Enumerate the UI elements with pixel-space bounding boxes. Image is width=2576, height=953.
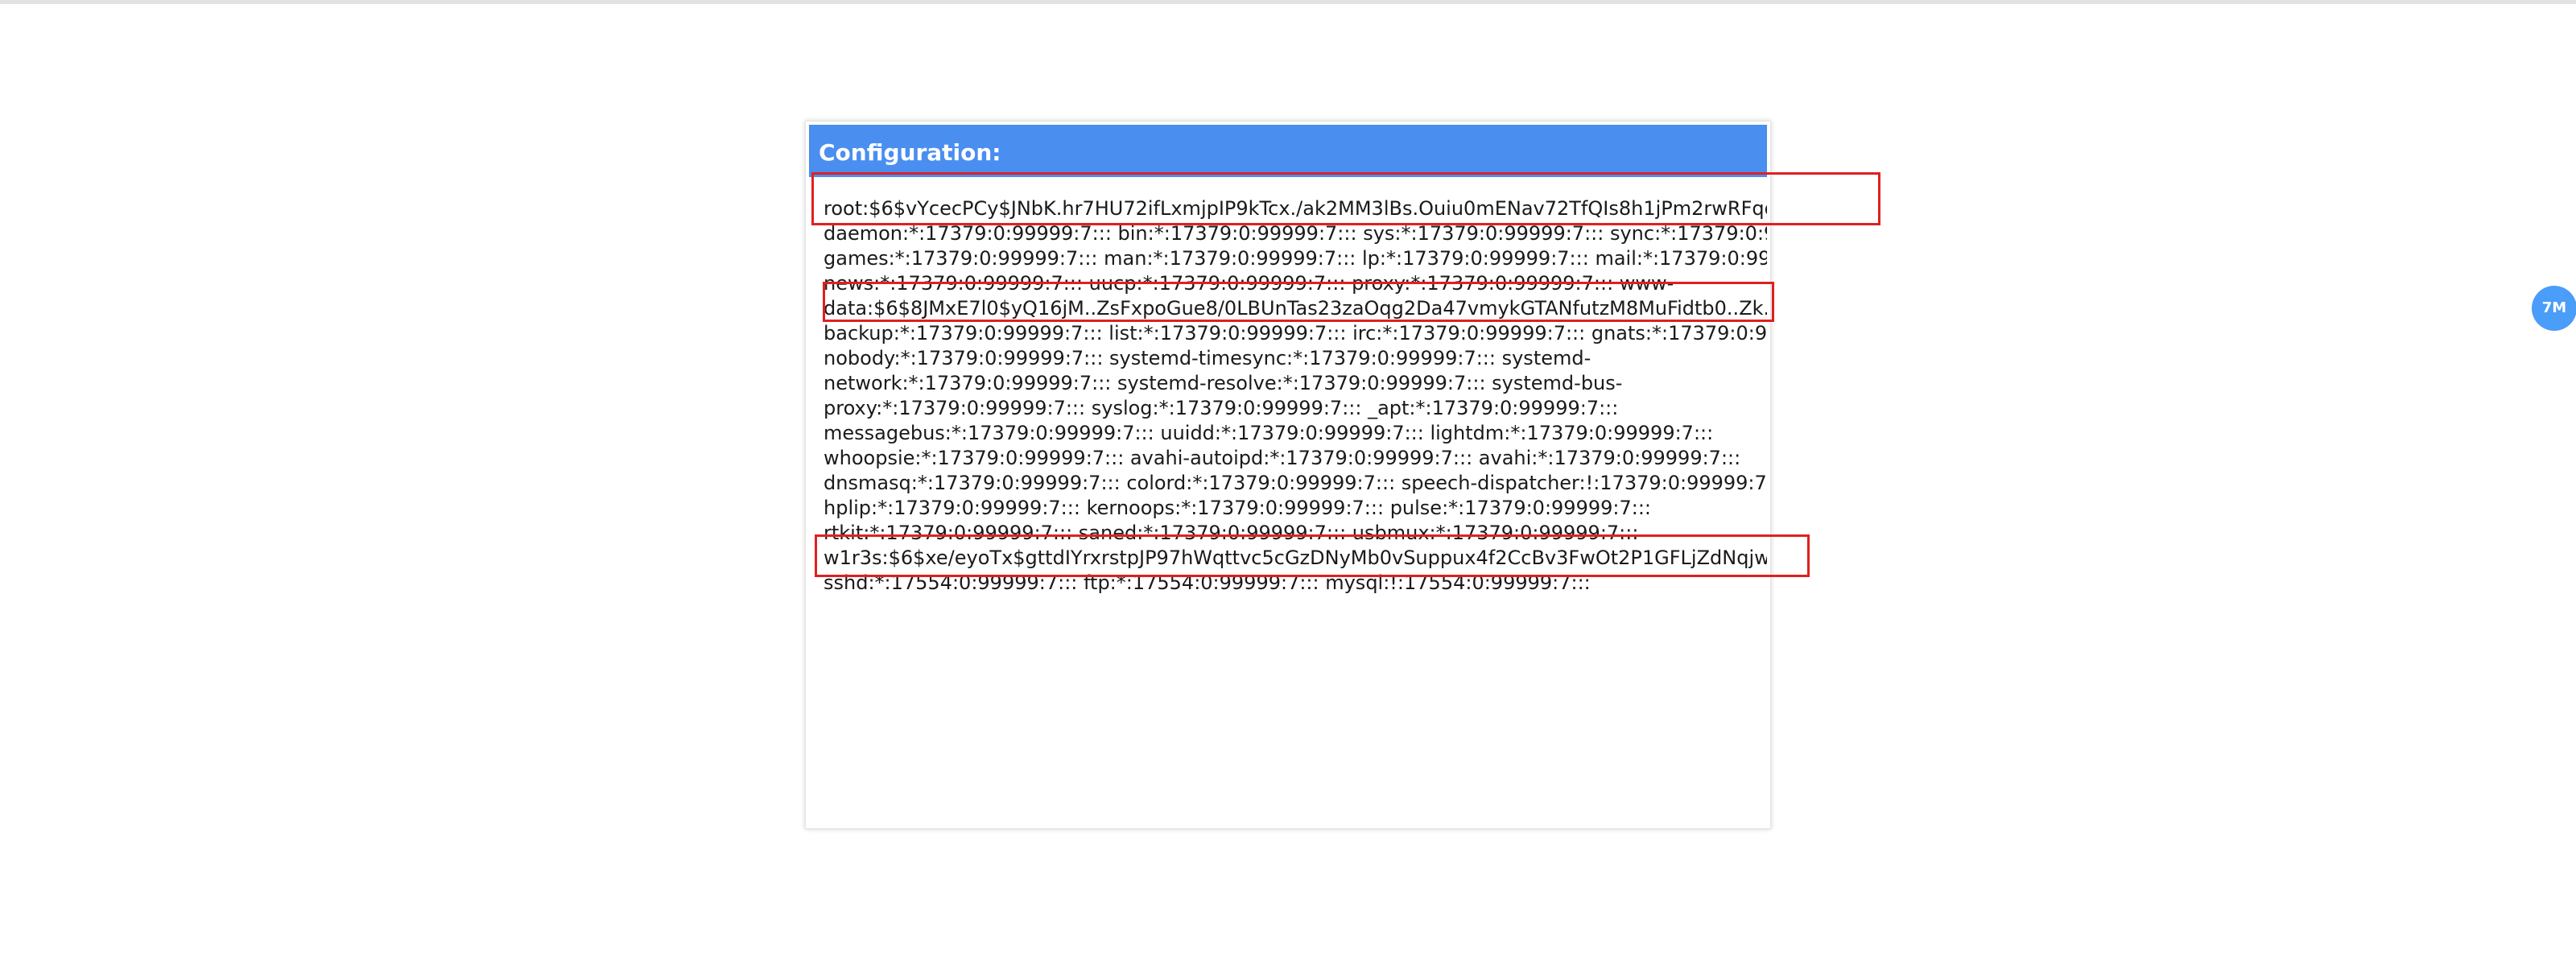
config-line: whoopsie:*:17379:0:99999:7::: avahi-auto… bbox=[824, 447, 1741, 469]
configuration-panel: Configuration: root:$6$vYcecPCy$JNbK.hr7… bbox=[805, 121, 1771, 829]
config-line: sshd:*:17554:0:99999:7::: ftp:*:17554:0:… bbox=[824, 571, 1591, 594]
config-line-w1r3s: w1r3s:$6$xe/eyoTx$gttdIYrxrstpJP97hWqttv… bbox=[824, 547, 1767, 569]
config-line: proxy:*:17379:0:99999:7::: syslog:*:1737… bbox=[824, 397, 1619, 419]
config-line-www-data: data:$6$8JMxE7l0$yQ16jM..ZsFxpoGue8/0LBU… bbox=[824, 297, 1767, 320]
config-line: news:*:17379:0:99999:7::: uucp:*:17379:0… bbox=[824, 272, 1674, 295]
config-line: network:*:17379:0:99999:7::: systemd-res… bbox=[824, 372, 1623, 394]
panel-title: Configuration: bbox=[809, 125, 1767, 177]
side-badge-button[interactable]: 7M bbox=[2532, 286, 2576, 331]
config-line: backup:*:17379:0:99999:7::: list:*:17379… bbox=[824, 322, 1767, 344]
config-line-root: root:$6$vYcecPCy$JNbK.hr7HU72ifLxmjpIP9k… bbox=[824, 197, 1767, 220]
config-line: rtkit:*:17379:0:99999:7::: saned:*:17379… bbox=[824, 522, 1639, 544]
config-line: daemon:*:17379:0:99999:7::: bin:*:17379:… bbox=[824, 222, 1767, 245]
config-line: games:*:17379:0:99999:7::: man:*:17379:0… bbox=[824, 247, 1767, 270]
config-content: root:$6$vYcecPCy$JNbK.hr7HU72ifLxmjpIP9k… bbox=[824, 196, 1767, 596]
config-line: dnsmasq:*:17379:0:99999:7::: colord:*:17… bbox=[824, 472, 1767, 494]
top-border bbox=[0, 0, 2576, 4]
config-line: messagebus:*:17379:0:99999:7::: uuidd:*:… bbox=[824, 422, 1714, 444]
config-line: nobody:*:17379:0:99999:7::: systemd-time… bbox=[824, 347, 1591, 369]
config-line: hplip:*:17379:0:99999:7::: kernoops:*:17… bbox=[824, 497, 1651, 519]
